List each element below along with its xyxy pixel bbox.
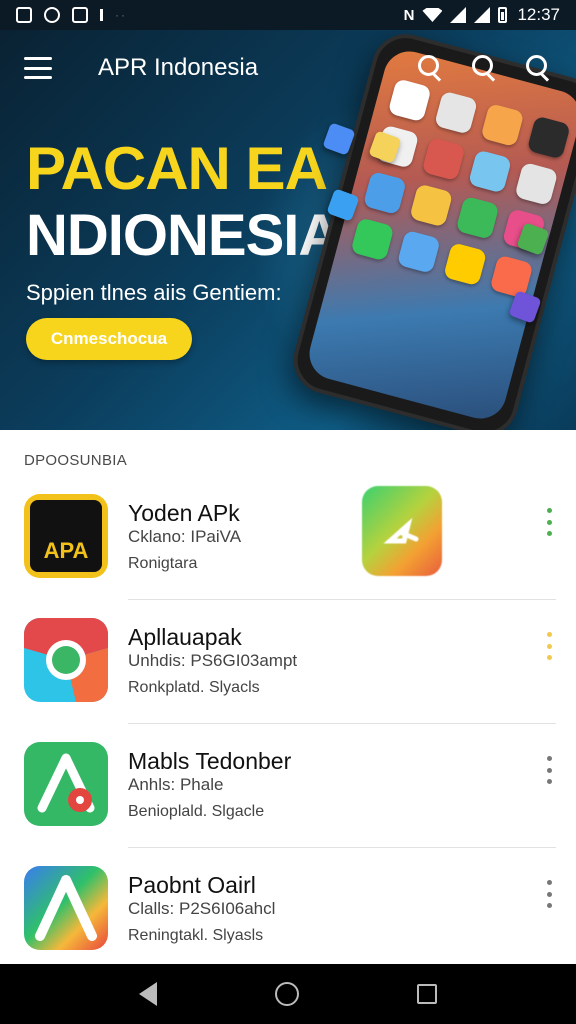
more-options-icon[interactable] — [542, 880, 556, 908]
app-meta-text: Ronigtara — [128, 555, 198, 572]
list-item[interactable]: Mabls Tedonber Anhls: Phale Benioplald. … — [0, 724, 576, 848]
search-icon[interactable] — [526, 55, 552, 81]
search-icon[interactable] — [418, 55, 444, 81]
wifi-icon — [422, 8, 443, 22]
list-item[interactable]: Apllauapak Unhdis: PS6GI03ampt Ronkplatd… — [0, 600, 576, 724]
app-meta-text: Cklano: IPaiVA — [128, 527, 242, 546]
search-icons — [418, 55, 552, 81]
prism-app-icon — [24, 866, 108, 950]
app-tile-icon — [480, 103, 525, 148]
app-meta-text: Reningtakl. Slyasls — [128, 927, 264, 944]
app-tile-icon — [421, 137, 466, 182]
image-notification-icon — [16, 7, 32, 23]
hero-headline-line1: PACAN EA — [26, 135, 328, 202]
app-tile-icon — [396, 229, 441, 274]
app-title-text: Paobnt Oairl — [128, 872, 256, 898]
apk-logo-icon: APA — [24, 494, 108, 578]
sync-notification-icon — [44, 7, 60, 23]
more-options-icon[interactable] — [542, 756, 556, 784]
alert-notification-icon — [100, 9, 103, 21]
signal-icon — [474, 7, 491, 23]
app-meta-text: Ronkplatd. Slyacls — [128, 679, 260, 696]
app-title: APR Indonesia — [98, 54, 259, 81]
app-title-text: Yoden APk — [128, 500, 240, 526]
signal-icon — [450, 7, 467, 23]
app-meta-text: Unhdis: PS6GI03ampt — [128, 651, 298, 670]
nfc-icon: N — [403, 6, 415, 24]
hero-cta-button[interactable]: Cnmeschocua — [26, 318, 192, 360]
status-time: 12:37 — [517, 5, 560, 24]
more-options-icon[interactable] — [542, 632, 556, 660]
phone-app-grid — [350, 78, 571, 299]
apk-logo-text: APA — [43, 538, 89, 563]
list-item[interactable]: Paobnt Oairl Clalls: P2S6I06ahcl Reningt… — [0, 848, 576, 972]
home-icon[interactable] — [275, 982, 299, 1006]
app-meta-text: Anhls: Phale — [128, 775, 224, 794]
status-right-icons: N 12:37 — [404, 5, 560, 25]
app-title-text: Apllauapak — [128, 624, 242, 650]
play-store-style-icon[interactable] — [362, 486, 442, 576]
system-nav-bar — [0, 964, 576, 1024]
triangle-app-icon — [24, 742, 108, 826]
app-tile-icon — [514, 161, 559, 206]
app-tile-icon — [362, 170, 407, 216]
app-tile-icon — [467, 149, 513, 194]
battery-icon — [498, 7, 508, 23]
recent-apps-icon[interactable] — [417, 984, 437, 1004]
app-title-text: Mabls Tedonber — [128, 748, 292, 774]
app-tile-icon — [489, 254, 534, 299]
screen: PACAN EA NDIONESIA Sppien tlnes aiis Gen… — [0, 0, 576, 1024]
status-left-icons: ·· — [16, 7, 127, 23]
app-tile-icon — [409, 183, 454, 228]
chrome-style-icon — [24, 618, 108, 702]
section-label: DPOOSUNBIA — [24, 452, 128, 469]
hero-headline-line2: NDIONESIA — [26, 203, 340, 268]
search-icon[interactable] — [472, 55, 498, 81]
app-tile-icon — [526, 115, 571, 160]
more-notifications-icon: ·· — [115, 8, 127, 22]
menu-icon[interactable] — [24, 57, 52, 79]
app-meta-text: Benioplald. Slgacle — [128, 803, 265, 820]
app-meta-text: Clalls: P2S6I06ahcl — [128, 899, 276, 918]
app-notification-icon — [72, 7, 88, 23]
app-bar: APR Indonesia — [0, 30, 576, 106]
more-options-icon[interactable] — [542, 508, 556, 536]
list-item[interactable]: APA Yoden APk Cklano: IPaiVA Ronigtara — [0, 476, 576, 600]
app-list: APA Yoden APk Cklano: IPaiVA Ronigtara A… — [0, 476, 576, 972]
hero-subtitle: Sppien tlnes aiis Gentiem: — [26, 280, 282, 305]
status-bar: ·· N 12:37 — [0, 0, 576, 30]
app-tile-icon — [443, 242, 488, 287]
app-tile-icon — [350, 217, 395, 262]
back-icon[interactable] — [139, 982, 157, 1006]
app-tile-icon — [455, 195, 500, 240]
